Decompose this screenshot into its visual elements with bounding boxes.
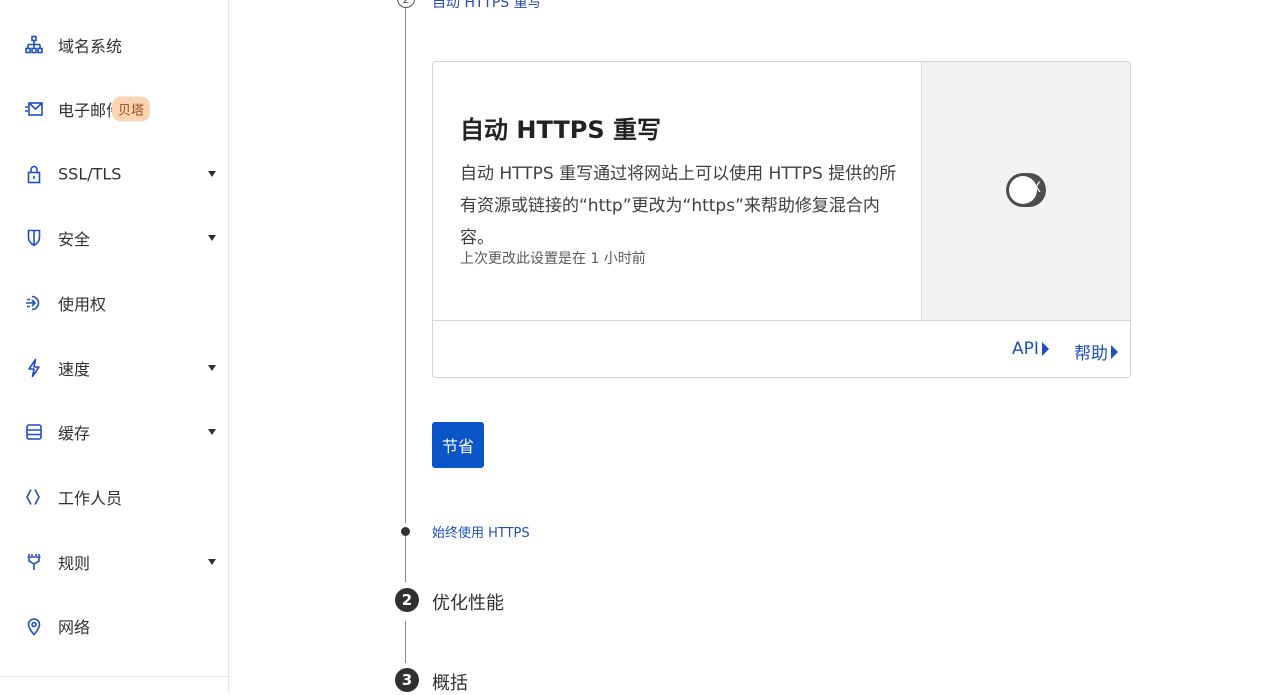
sidebar-item-rules[interactable]: 规则 [0,542,228,582]
chevron-down-icon [208,365,216,371]
step-number-3: 3 [395,668,419,692]
help-link[interactable]: 帮助 [1074,339,1118,364]
lock-icon [24,164,44,184]
sidebar-item-label: 网络 [58,618,91,637]
sidebar-item-label: 使用权 [58,295,107,314]
storage-icon [24,422,44,442]
sidebar-item-workers[interactable]: 工作人员 [0,477,228,517]
caret-right-icon [1041,342,1049,356]
sitemap-icon [24,35,44,55]
card-control-panel: X [921,62,1130,320]
stepper-line [405,6,406,523]
last-changed-text: 上次更改此设置是在 1 小时前 [460,251,646,267]
toggle-off-icon: X [1031,180,1041,196]
card-title: 自动 HTTPS 重写 [460,116,661,144]
step-title-current: 自动 HTTPS 重写 [432,0,542,11]
api-link-label: API [1012,339,1039,359]
step-title-summary[interactable]: 概括 [432,669,468,695]
sidebar-item-caching[interactable]: 缓存 [0,412,228,452]
https-rewrites-toggle[interactable]: X [1006,173,1046,207]
step-title-optimize[interactable]: 优化性能 [432,589,504,615]
beta-badge: 贝塔 [112,96,151,122]
email-icon [24,99,44,119]
sidebar-item-speed[interactable]: 速度 [0,348,228,388]
sidebar-item-email[interactable]: 电子邮件 贝塔 [0,89,228,129]
filter-icon [24,552,44,572]
sidebar-item-dns[interactable]: 域名系统 [0,25,228,65]
automatic-https-rewrites-card: 自动 HTTPS 重写 自动 HTTPS 重写通过将网站上可以使用 HTTPS … [432,61,1131,378]
sidebar-item-ssl-tls[interactable]: SSL/TLS [0,154,228,194]
stepper-line [405,621,406,663]
always-use-https-link[interactable]: 始终使用 HTTPS [432,522,530,541]
sidebar-divider [0,676,228,677]
sidebar-item-access[interactable]: 使用权 [0,283,228,323]
help-link-label: 帮助 [1074,344,1108,364]
card-description: 自动 HTTPS 重写通过将网站上可以使用 HTTPS 提供的所有资源或链接的“… [460,164,897,248]
step-number-2: 2 [395,588,419,612]
sidebar-item-label: 工作人员 [58,489,123,508]
shield-icon [24,228,44,248]
sidebar-item-label: SSL/TLS [58,164,122,184]
sidebar-item-label: 域名系统 [58,37,123,56]
chevron-down-icon [208,559,216,565]
stepper-line [405,536,406,582]
sidebar-item-label: 速度 [58,360,91,379]
sidebar-item-label: 缓存 [58,424,91,443]
sidebar-item-label: 规则 [58,554,91,573]
caret-right-icon [1111,344,1118,359]
chevron-down-icon [208,171,216,177]
sidebar-item-network[interactable]: 网络 [0,606,228,646]
access-icon [24,293,44,313]
save-button[interactable]: 节省 [432,422,484,468]
code-brackets-icon [24,487,44,507]
lightning-icon [24,358,44,378]
chevron-down-icon [208,429,216,435]
chevron-down-icon [208,235,216,241]
sidebar-item-label: 安全 [58,230,91,249]
sidebar-item-security[interactable]: 安全 [0,218,228,258]
location-pin-icon [24,616,44,636]
card-footer: API 帮助 [433,320,1130,377]
sidebar: 域名系统 电子邮件 贝塔 SSL/TLS 安全 使用权 速度 缓存 工作人员 规… [0,0,229,692]
api-link[interactable]: API [1012,339,1049,359]
step-number-current: 2 [397,0,415,8]
sub-step-dot [401,527,410,536]
card-content: 自动 HTTPS 重写 自动 HTTPS 重写通过将网站上可以使用 HTTPS … [433,62,921,320]
